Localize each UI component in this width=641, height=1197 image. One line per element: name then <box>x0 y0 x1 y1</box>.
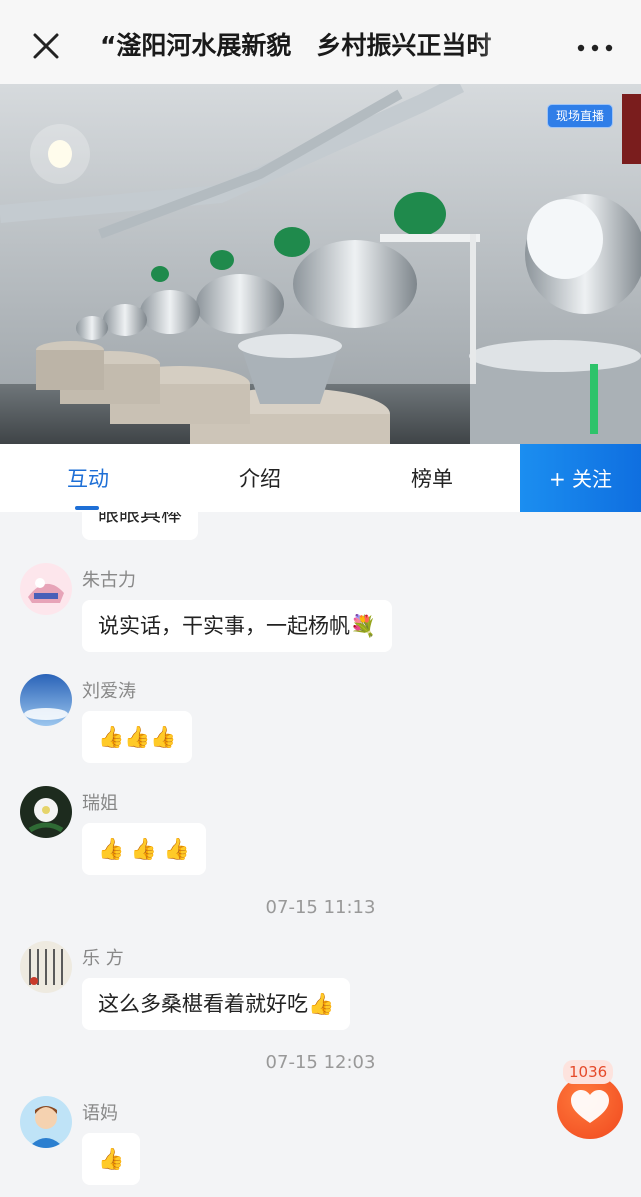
chat-username: 乐 方 <box>82 948 124 969</box>
chat-timestamp: 07-15 12:03 <box>265 1052 376 1073</box>
chat-bubble: 👍 👍 👍 <box>82 823 206 875</box>
chat-username: 语妈 <box>82 1103 118 1124</box>
avatar[interactable] <box>20 786 72 838</box>
tab-intro[interactable]: 介绍 <box>220 444 300 512</box>
follow-button[interactable]: + 关注 <box>520 444 641 512</box>
heart-icon <box>571 1090 609 1123</box>
chat-bubble: 说实话，干实事，一起杨帆💐 <box>82 600 393 652</box>
page-title: “滏阳河水展新貌 乡村振兴正当时 <box>100 31 492 60</box>
avatar[interactable] <box>20 563 72 615</box>
chat-bubble-partial: 眼眼具棒 <box>82 512 198 540</box>
chat-bubble: 👍 <box>82 1133 141 1185</box>
like-count: 1036 <box>563 1060 614 1084</box>
chat-username: 刘爱涛 <box>82 681 136 702</box>
avatar[interactable] <box>20 941 72 993</box>
top-bar: “滏阳河水展新貌 乡村振兴正当时 <box>0 0 641 84</box>
active-tab-indicator <box>75 506 99 510</box>
mill-scene-image <box>0 84 641 444</box>
tab-leaderboard[interactable]: 榜单 <box>392 444 472 512</box>
more-dots-icon[interactable] <box>572 30 618 66</box>
chat-timestamp: 07-15 11:13 <box>265 897 376 918</box>
avatar[interactable] <box>20 674 72 726</box>
live-badge: 现场直播 <box>547 104 614 128</box>
chat-username: 朱古力 <box>82 570 136 591</box>
chat-username: 瑞姐 <box>82 793 118 814</box>
live-video-player[interactable]: 现场直播 <box>0 84 641 444</box>
like-button[interactable] <box>557 1075 623 1139</box>
chat-bubble: 👍👍👍 <box>82 711 193 763</box>
chat-bubble: 这么多桑椹看着就好吃👍 <box>82 978 351 1030</box>
tab-interact[interactable]: 互动 <box>48 444 128 512</box>
chat-list[interactable]: 眼眼具棒 朱古力 说实话，干实事，一起杨帆💐 刘爱涛 👍👍👍 瑞姐 👍 👍 👍 … <box>0 512 641 1197</box>
avatar[interactable] <box>20 1096 72 1148</box>
close-icon[interactable] <box>28 28 64 64</box>
